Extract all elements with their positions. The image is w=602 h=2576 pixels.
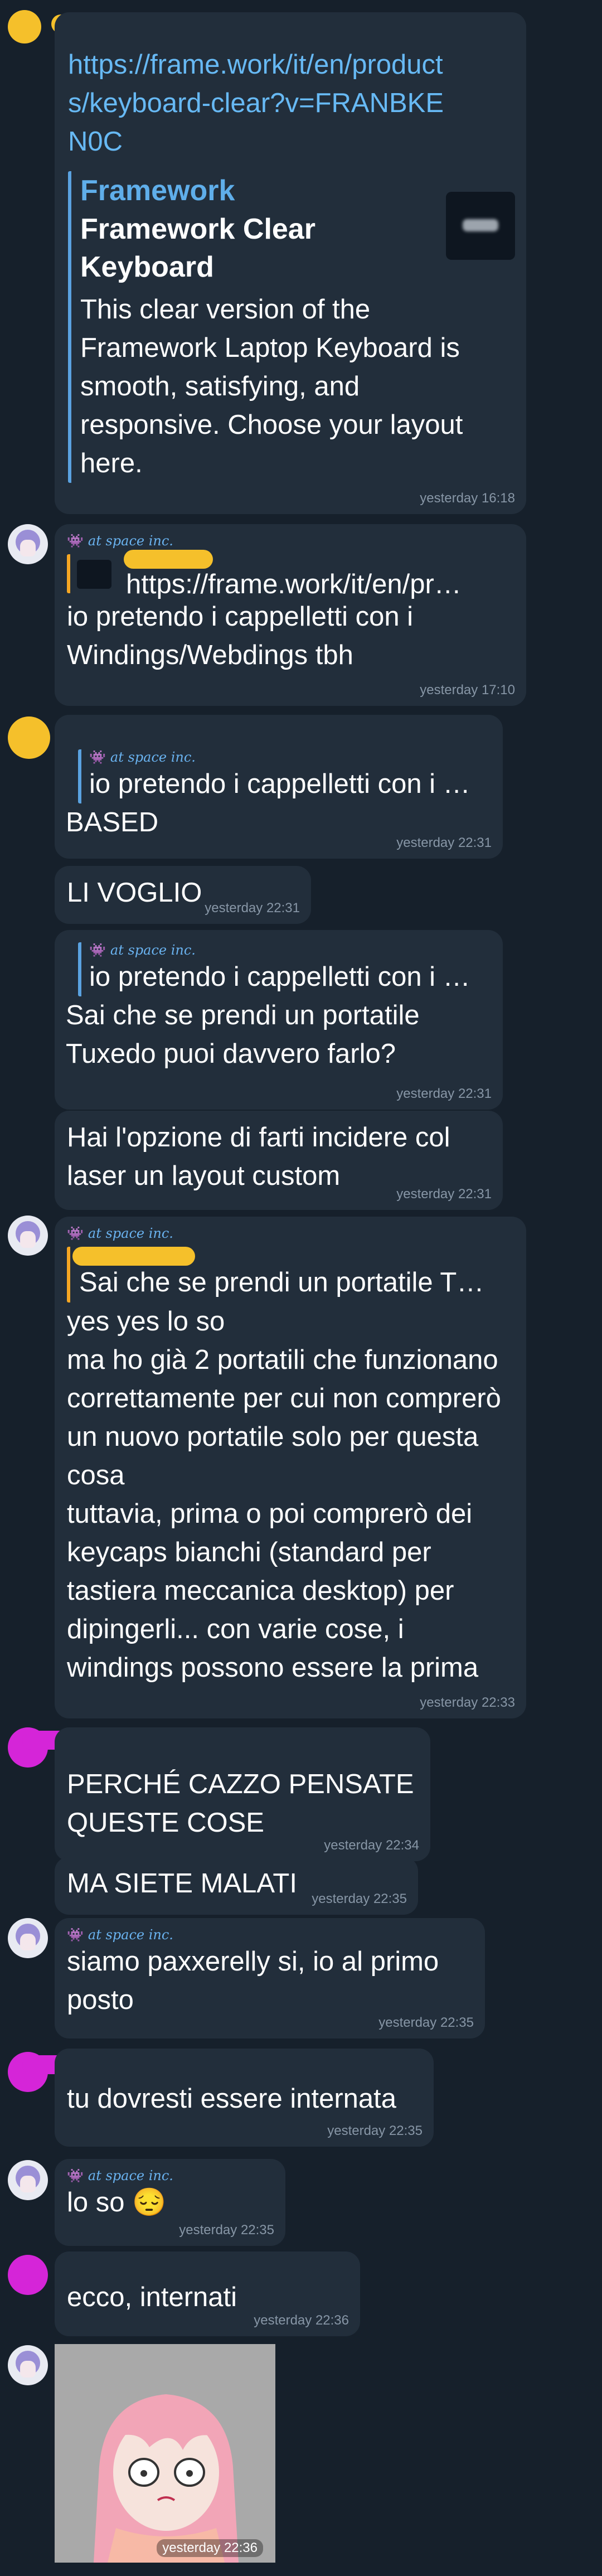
message-text-body: lo so [67,2187,125,2217]
message-text: tu dovresti essere internata [67,2084,397,2114]
message-text: Sai che se prendi un portatile Tuxedo pu… [66,1000,427,1069]
sender-name[interactable]: 👾 at space inc. [67,1226,514,1241]
reply-quote[interactable]: https://frame.work/it/en/pr… [67,550,514,599]
message-bubble[interactable]: 👾 at space inc. https://frame.work/it/en/… [55,524,526,706]
avatar[interactable] [8,716,50,759]
message-bubble[interactable]: 👾 at space inc. Sai che se prendi un port… [55,1217,526,1718]
sender-name[interactable]: 👾 at space inc. [67,533,514,549]
message-time: yesterday 16:18 [420,491,515,506]
avatar[interactable] [8,2345,48,2385]
quote-text: io pretendo i cappelletti con i … [89,769,470,799]
message-time: yesterday 22:35 [312,1891,407,1906]
preview-description: This clear version of the Framework Lapt… [80,294,471,478]
message-text: io pretendo i cappelletti con i Windings… [67,602,421,670]
sticker-image[interactable]: yesterday 22:36 [55,2344,275,2563]
message-text: PERCHÉ CAZZO PENSATE QUESTE COSE [67,1769,422,1838]
anime-girl-sticker [55,2344,275,2563]
avatar[interactable] [8,2255,48,2295]
message-text: Hai l'opzione di farti incidere col lase… [67,1122,458,1191]
sender-icon: 👾 [67,533,84,549]
message-bubble[interactable]: ecco, internati yesterday 22:36 [55,2251,360,2336]
quote-text: https://frame.work/it/en/pr… [126,569,462,599]
message-bubble[interactable]: PERCHÉ CAZZO PENSATE QUESTE COSE yesterd… [55,1727,430,1861]
message-bubble[interactable]: LI VOGLIO yesterday 22:31 [55,866,311,924]
avatar[interactable] [8,1216,48,1256]
link-preview[interactable]: Framework Framework Clear Keyboard This … [68,171,493,483]
sender-icon: 👾 [67,2168,84,2183]
message-time: yesterday 22:31 [396,1187,492,1202]
sender-icon: 👾 [67,1927,84,1943]
message-time: yesterday 22:36 [157,2539,263,2557]
message-bubble[interactable]: 👾 at space inc. io pretendo i cappelletti… [55,715,503,859]
message-link[interactable]: https://frame.work/it/en/products/keyboa… [68,46,458,161]
quote-text: Sai che se prendi un portatile T… [79,1267,484,1297]
message-text: yes yes lo so ma ho già 2 portatili che … [67,1306,501,1683]
message-time: yesterday 22:35 [179,2222,274,2238]
message-time: yesterday 22:34 [324,1838,419,1853]
sender-name[interactable]: 👾 at space inc. [67,1927,473,1943]
message-bubble[interactable]: Hai l'opzione di farti incidere col lase… [55,1111,503,1210]
avatar[interactable] [8,524,48,564]
reply-quote[interactable]: 👾 at space inc. io pretendo i cappelletti… [78,749,489,803]
quote-text: io pretendo i cappelletti con i … [89,962,470,992]
redacted-name [72,1247,195,1266]
message-time: yesterday 17:10 [420,682,515,698]
quote-sender-name: 👾 at space inc. [89,749,196,765]
message-bubble[interactable]: MA SIETE MALATI yesterday 22:35 [55,1857,418,1915]
message-time: yesterday 22:35 [327,2123,423,2138]
sender-icon: 👾 [89,749,106,765]
message-bubble[interactable]: 👾 at space inc. siamo paxxerelly si, io a… [55,1918,485,2038]
message-time: yesterday 22:31 [396,1086,492,1101]
message-bubble[interactable]: 👾 at space inc. lo so 😔 yesterday 22:35 [55,2159,285,2246]
avatar[interactable] [8,10,41,43]
message-time: yesterday 22:31 [396,835,492,850]
preview-site-name: Framework [80,175,235,207]
sender-icon: 👾 [89,942,106,958]
message-text: lo so 😔 [67,2183,273,2222]
message-bubble[interactable]: tu dovresti essere internata yesterday 2… [55,2049,434,2147]
reply-quote[interactable]: 👾 at space inc. io pretendo i cappelletti… [78,942,489,996]
preview-title: Framework Clear Keyboard [80,213,315,283]
avatar[interactable] [8,1918,48,1958]
reply-quote[interactable]: Sai che se prendi un portatile T… [67,1247,514,1302]
quote-sender-name: 👾 at space inc. [89,942,196,958]
message-text: siamo paxxerelly si, io al primo posto [67,1946,446,2015]
message-bubble[interactable]: 👾 at space inc. io pretendo i cappelletti… [55,930,503,1110]
sender-name[interactable]: 👾 at space inc. [67,2168,273,2183]
avatar[interactable] [8,2160,48,2200]
message-time: yesterday 22:35 [378,2015,474,2030]
pensive-emoji: 😔 [132,2187,167,2217]
message-time: yesterday 22:36 [254,2313,349,2328]
message-bubble-link[interactable]: https://frame.work/it/en/products/keyboa… [55,12,526,514]
message-time: yesterday 22:33 [420,1695,515,1710]
message-text: ecco, internati [67,2282,237,2312]
preview-thumbnail[interactable] [446,192,515,260]
redacted-image [77,560,111,589]
message-time: yesterday 22:31 [205,900,300,916]
sender-icon: 👾 [67,1226,84,1241]
